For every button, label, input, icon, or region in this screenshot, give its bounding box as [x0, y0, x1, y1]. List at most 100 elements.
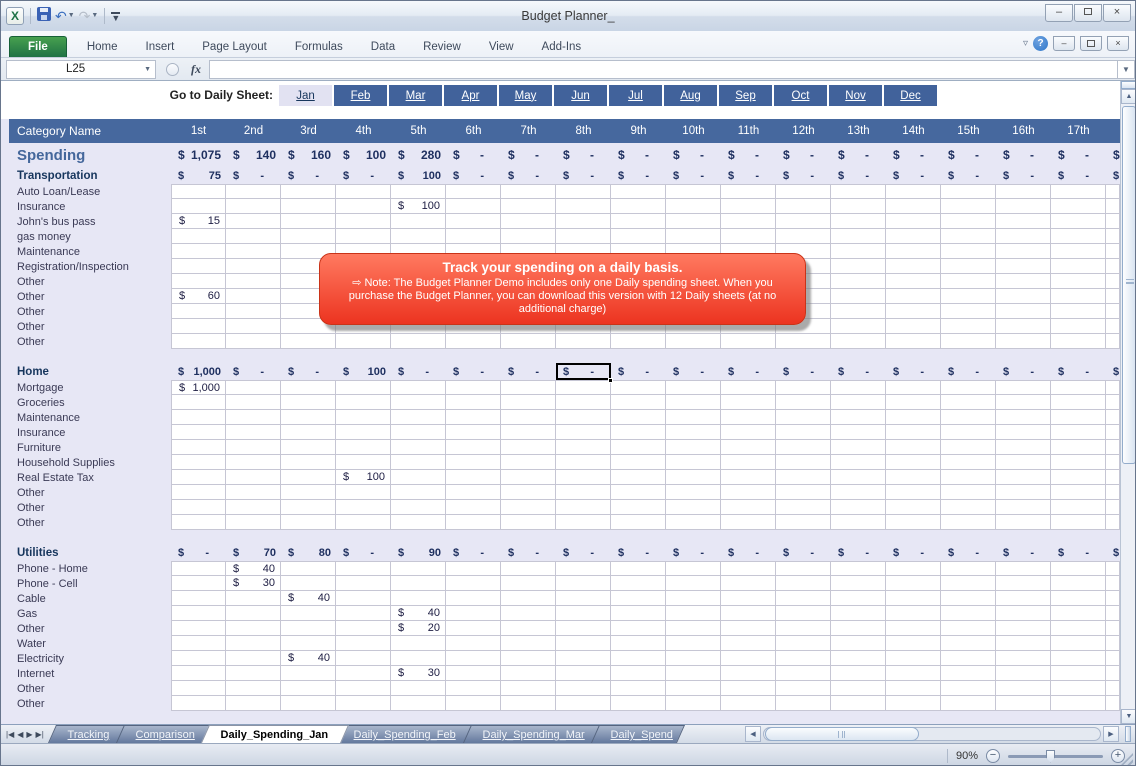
- sliver-cell[interactable]: $: [1106, 143, 1120, 167]
- cell-transportation-insurance-12[interactable]: [776, 199, 831, 214]
- cell-home-maintenance-5[interactable]: [391, 410, 446, 425]
- cell-home-other-6[interactable]: [446, 515, 501, 530]
- cell-home-mortgage-6[interactable]: [446, 380, 501, 395]
- cell-utilities-other-1[interactable]: [171, 621, 226, 636]
- cell-utilities-other-15[interactable]: [941, 681, 996, 696]
- cell-utilities-total-6[interactable]: $-: [446, 544, 501, 561]
- cell-utilities-water-14[interactable]: [886, 636, 941, 651]
- cell-home-mortgage-10[interactable]: [666, 380, 721, 395]
- workbook-restore-button[interactable]: [1080, 36, 1102, 51]
- cell-utilities-other-15[interactable]: [941, 621, 996, 636]
- cell-utilities-other-14[interactable]: [886, 681, 941, 696]
- cell-home-total-4[interactable]: $100: [336, 363, 391, 380]
- row-label-groceries[interactable]: Groceries: [9, 395, 171, 410]
- cell-home-groceries-12[interactable]: [776, 395, 831, 410]
- cell-home-groceries-14[interactable]: [886, 395, 941, 410]
- cell-utilities-cable-12[interactable]: [776, 591, 831, 606]
- cell-home-furniture-14[interactable]: [886, 440, 941, 455]
- row-label-cable[interactable]: Cable: [9, 591, 171, 606]
- cell-utilities-total-11[interactable]: $-: [721, 544, 776, 561]
- cell-utilities-gas-13[interactable]: [831, 606, 886, 621]
- cell-home-real-estate-tax-16[interactable]: [996, 470, 1051, 485]
- cell-home-other-12[interactable]: [776, 500, 831, 515]
- undo-button[interactable]: ↶▼: [55, 9, 75, 23]
- cell-home-maintenance-6[interactable]: [446, 410, 501, 425]
- cell-home-maintenance-3[interactable]: [281, 410, 336, 425]
- cell-utilities-other-8[interactable]: [556, 681, 611, 696]
- cell-utilities-internet-2[interactable]: [226, 666, 281, 681]
- cell-transportation-total-6[interactable]: $-: [446, 167, 501, 184]
- day-header-3rd[interactable]: 3rd: [281, 119, 336, 143]
- month-link-apr[interactable]: Apr: [444, 85, 499, 106]
- cell-transportation-other-14[interactable]: [886, 304, 941, 319]
- cell-utilities-total-13[interactable]: $-: [831, 544, 886, 561]
- cell-transportation-other-14[interactable]: [886, 289, 941, 304]
- day-header-9th[interactable]: 9th: [611, 119, 666, 143]
- cell-home-other-6[interactable]: [446, 500, 501, 515]
- sliver-cell[interactable]: $: [1106, 544, 1120, 561]
- cell-transportation-other-15[interactable]: [941, 274, 996, 289]
- cell-home-mortgage-17[interactable]: [1051, 380, 1106, 395]
- cell-utilities-electricity-12[interactable]: [776, 651, 831, 666]
- cell-transportation-insurance-13[interactable]: [831, 199, 886, 214]
- cell-utilities-cable-9[interactable]: [611, 591, 666, 606]
- cell-home-other-16[interactable]: [996, 500, 1051, 515]
- cell-home-other-7[interactable]: [501, 485, 556, 500]
- cell-transportation-insurance-8[interactable]: [556, 199, 611, 214]
- month-link-feb[interactable]: Feb: [334, 85, 389, 106]
- cell-utilities-total-3[interactable]: $80: [281, 544, 336, 561]
- cell-utilities-cable-10[interactable]: [666, 591, 721, 606]
- cell-home-maintenance-12[interactable]: [776, 410, 831, 425]
- cell-utilities-gas-3[interactable]: [281, 606, 336, 621]
- cell-home-household-supplies-10[interactable]: [666, 455, 721, 470]
- cell-utilities-other-5[interactable]: $20: [391, 621, 446, 636]
- category-name-header[interactable]: Category Name: [9, 119, 171, 143]
- cell-utilities-internet-7[interactable]: [501, 666, 556, 681]
- row-label-other[interactable]: Other: [9, 334, 171, 349]
- cell-transportation-gas-money-4[interactable]: [336, 229, 391, 244]
- cell-home-real-estate-tax-5[interactable]: [391, 470, 446, 485]
- cell-utilities-electricity-14[interactable]: [886, 651, 941, 666]
- cell-transportation-total-3[interactable]: $-: [281, 167, 336, 184]
- cell-utilities-phone-cell-3[interactable]: [281, 576, 336, 591]
- cell-transportation-total-17[interactable]: $-: [1051, 167, 1106, 184]
- cell-transportation-total-16[interactable]: $-: [996, 167, 1051, 184]
- cell-home-total-12[interactable]: $-: [776, 363, 831, 380]
- row-label-mortgage[interactable]: Mortgage: [9, 380, 171, 395]
- cell-home-other-5[interactable]: [391, 515, 446, 530]
- sliver-cell[interactable]: [1106, 259, 1120, 274]
- cell-home-other-3[interactable]: [281, 500, 336, 515]
- cell-utilities-internet-9[interactable]: [611, 666, 666, 681]
- cell-transportation-john-s-bus-pass-11[interactable]: [721, 214, 776, 229]
- cell-transportation-insurance-1[interactable]: [171, 199, 226, 214]
- cell-utilities-water-10[interactable]: [666, 636, 721, 651]
- cell-transportation-john-s-bus-pass-2[interactable]: [226, 214, 281, 229]
- cell-utilities-total-5[interactable]: $90: [391, 544, 446, 561]
- cell-utilities-other-2[interactable]: [226, 621, 281, 636]
- cell-home-furniture-12[interactable]: [776, 440, 831, 455]
- cell-home-insurance-5[interactable]: [391, 425, 446, 440]
- cell-transportation-other-14[interactable]: [886, 274, 941, 289]
- cell-home-groceries-5[interactable]: [391, 395, 446, 410]
- cell-utilities-internet-12[interactable]: [776, 666, 831, 681]
- row-label-other[interactable]: Other: [9, 500, 171, 515]
- cell-spending-total-4[interactable]: $100: [336, 143, 391, 167]
- row-label-water[interactable]: Water: [9, 636, 171, 651]
- cell-transportation-john-s-bus-pass-10[interactable]: [666, 214, 721, 229]
- cell-spending-total-9[interactable]: $-: [611, 143, 666, 167]
- cell-home-insurance-11[interactable]: [721, 425, 776, 440]
- cell-transportation-total-1[interactable]: $75: [171, 167, 226, 184]
- cell-transportation-other-1[interactable]: $60: [171, 289, 226, 304]
- cell-utilities-phone-home-7[interactable]: [501, 561, 556, 576]
- cell-home-household-supplies-3[interactable]: [281, 455, 336, 470]
- cell-home-maintenance-17[interactable]: [1051, 410, 1106, 425]
- cell-transportation-auto-loan-lease-6[interactable]: [446, 184, 501, 199]
- cell-home-other-11[interactable]: [721, 515, 776, 530]
- cell-transportation-john-s-bus-pass-12[interactable]: [776, 214, 831, 229]
- cell-utilities-gas-7[interactable]: [501, 606, 556, 621]
- cell-transportation-john-s-bus-pass-1[interactable]: $15: [171, 214, 226, 229]
- cell-utilities-cable-6[interactable]: [446, 591, 501, 606]
- cell-utilities-internet-14[interactable]: [886, 666, 941, 681]
- sliver-cell[interactable]: [1106, 244, 1120, 259]
- cell-transportation-other-5[interactable]: [391, 334, 446, 349]
